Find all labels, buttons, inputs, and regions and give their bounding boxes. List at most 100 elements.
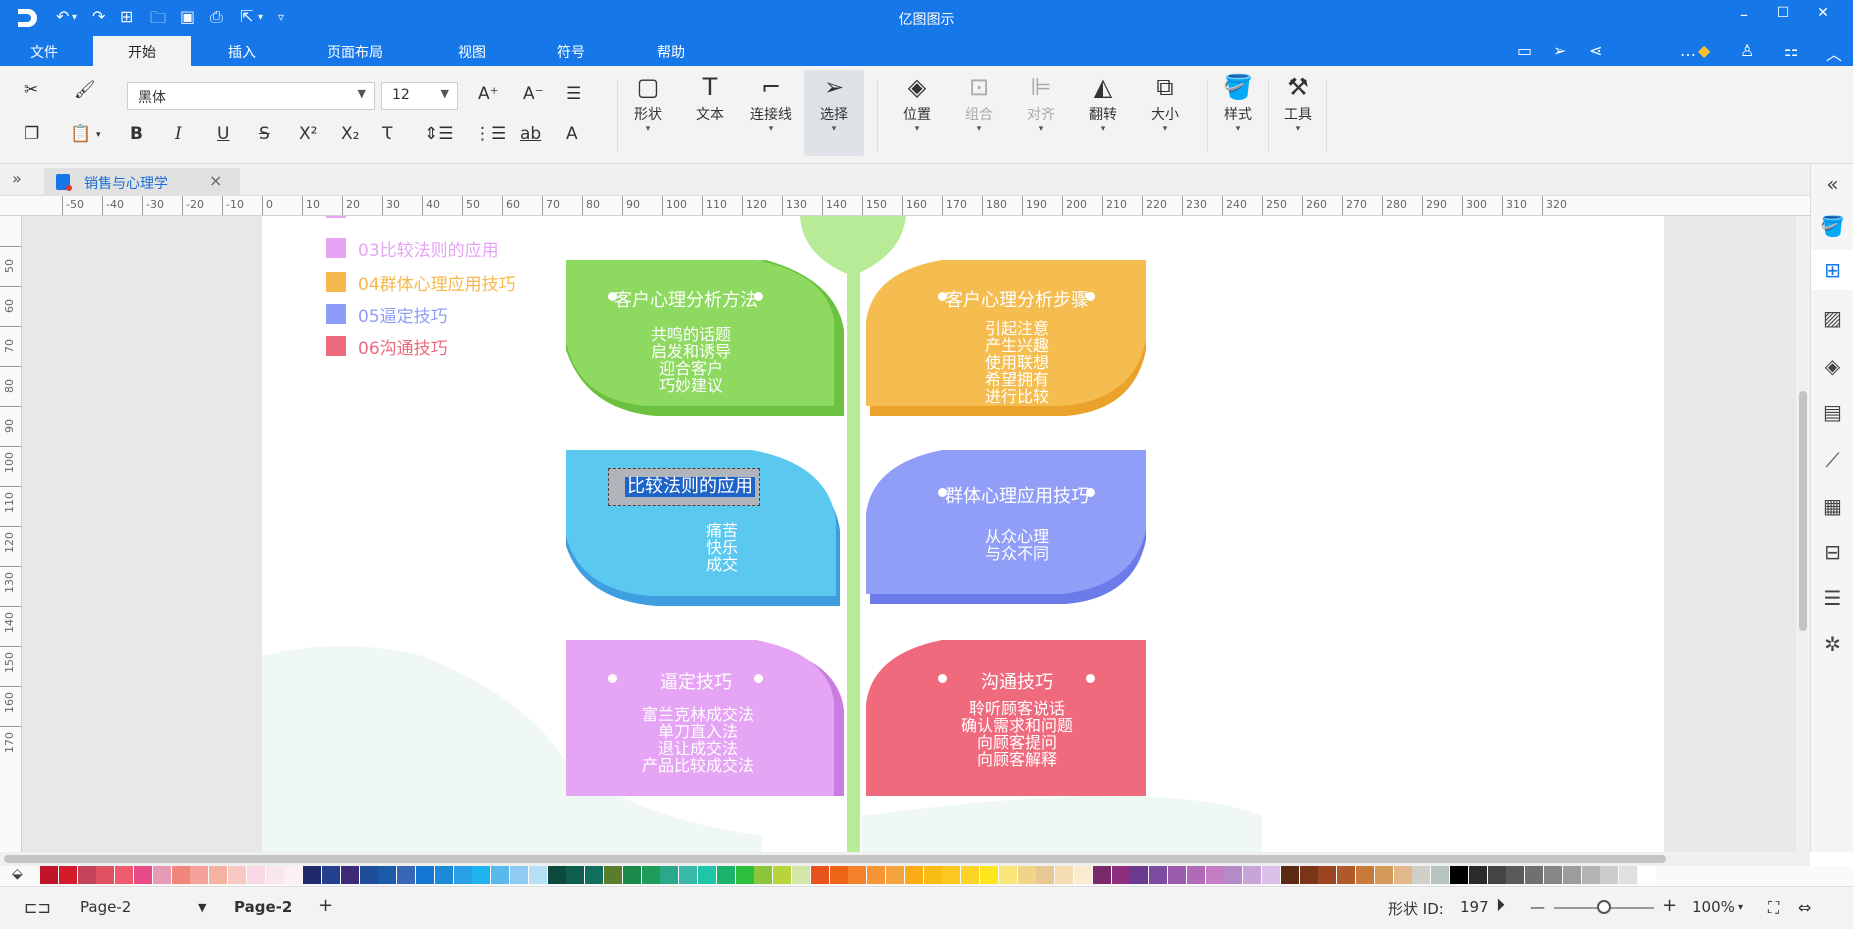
color-swatch[interactable] [566, 866, 585, 884]
color-swatch[interactable] [622, 866, 641, 884]
color-swatch[interactable] [1130, 866, 1149, 884]
org-chart-icon[interactable]: ⊟ [1811, 540, 1853, 564]
color-swatch[interactable] [378, 866, 397, 884]
color-swatch[interactable] [923, 866, 942, 884]
color-swatch[interactable] [1468, 866, 1487, 884]
expand-left-panel-icon[interactable]: » [12, 169, 22, 188]
color-swatch[interactable] [1168, 866, 1186, 884]
close-tab-icon[interactable]: × [209, 171, 222, 190]
color-swatch[interactable] [679, 866, 698, 884]
position-button[interactable]: ◈ 位置 ▾ [889, 70, 945, 134]
format-painter-icon[interactable]: 🖌 [74, 80, 96, 100]
menu-insert[interactable]: 插入 [228, 42, 256, 62]
drawing-canvas[interactable]: 03比较法则的应用 04群体心理应用技巧 05逼定技巧 06沟通技巧 客户心理分… [22, 216, 1810, 852]
close-button[interactable]: ✕ [1808, 5, 1838, 21]
color-swatch[interactable] [1544, 866, 1562, 884]
color-swatch[interactable] [904, 866, 923, 884]
send-icon[interactable]: ➢ [1553, 41, 1566, 60]
color-swatch[interactable] [1450, 866, 1468, 884]
color-swatch[interactable] [190, 866, 209, 884]
select-button[interactable]: ➢ 选择 ▾ [804, 70, 864, 156]
color-swatch[interactable] [716, 866, 735, 884]
color-swatch[interactable] [1280, 866, 1299, 884]
bold-icon[interactable]: B [130, 124, 143, 144]
color-swatch[interactable] [1562, 866, 1581, 884]
color-swatch[interactable] [961, 866, 980, 884]
share-icon[interactable]: ⋖ [1589, 41, 1602, 60]
menu-page-layout[interactable]: 页面布局 [327, 42, 383, 62]
layers-panel-icon[interactable]: ◈ [1811, 354, 1853, 378]
size-button[interactable]: ⧉ 大小 ▾ [1137, 70, 1193, 134]
color-swatch[interactable] [867, 866, 886, 884]
color-swatch[interactable] [40, 866, 58, 884]
color-swatch[interactable] [585, 866, 604, 884]
cut-icon[interactable]: ✂ [24, 80, 38, 100]
zoom-dropdown-icon[interactable]: ▾ [1738, 902, 1743, 913]
color-swatch[interactable] [886, 866, 904, 884]
color-swatch[interactable] [1356, 866, 1374, 884]
color-swatch[interactable] [848, 866, 867, 884]
comment-icon[interactable]: ▭ [1517, 41, 1532, 60]
color-swatch[interactable] [829, 866, 848, 884]
color-swatch[interactable] [246, 866, 265, 884]
vertical-scrollbar[interactable] [1796, 216, 1810, 852]
group-button[interactable]: ⊡ 组合 ▾ [951, 70, 1007, 134]
color-swatch[interactable] [434, 866, 453, 884]
fill-color-picker-icon[interactable]: ⬙ [12, 866, 23, 882]
color-swatch[interactable] [303, 866, 322, 884]
color-swatch[interactable] [604, 866, 622, 884]
increase-font-icon[interactable]: A⁺ [478, 84, 499, 104]
color-swatch[interactable] [359, 866, 378, 884]
text-align-icon[interactable]: ☰ [566, 84, 581, 104]
color-swatch[interactable] [134, 866, 152, 884]
symbols-panel-icon[interactable]: ⊞ [1811, 250, 1853, 290]
color-swatch[interactable] [58, 866, 77, 884]
color-swatch[interactable] [641, 866, 660, 884]
play-presentation-icon[interactable]: ⏵ [1496, 895, 1505, 916]
text-button[interactable]: T 文本 [682, 70, 738, 124]
color-swatch[interactable] [1017, 866, 1036, 884]
copy-icon[interactable]: ❐ [24, 124, 39, 144]
text-highlight-icon[interactable]: ab [520, 124, 541, 144]
color-swatch[interactable] [1318, 866, 1337, 884]
decrease-font-icon[interactable]: A⁻ [523, 84, 544, 104]
color-swatch[interactable] [1055, 866, 1074, 884]
menu-home[interactable]: 开始 [93, 36, 191, 66]
zoom-in-button[interactable]: + [1662, 895, 1677, 916]
minimize-button[interactable]: – [1729, 5, 1759, 24]
bullet-list-icon[interactable]: ⋮☰ [474, 124, 506, 144]
leaf-communication[interactable]: 沟通技巧 聆听顾客说话 确认需求和问题 向顾客提问 向顾客解释 [866, 640, 1148, 796]
menu-symbols[interactable]: 符号 [557, 42, 585, 62]
strikethrough-icon[interactable]: S [259, 124, 270, 144]
color-swatch[interactable] [1374, 866, 1393, 884]
tools-button[interactable]: ⚒ 工具 ▾ [1270, 70, 1326, 134]
document-tab[interactable]: 销售与心理学 × [44, 168, 240, 196]
color-swatch[interactable] [171, 866, 190, 884]
gantt-icon[interactable]: ☰ [1811, 586, 1853, 610]
fit-width-icon[interactable]: ⇔ [1798, 898, 1811, 917]
color-swatch[interactable] [1186, 866, 1205, 884]
color-swatch[interactable] [265, 866, 284, 884]
color-swatch[interactable] [528, 866, 547, 884]
fit-page-icon[interactable]: ⛶ [1768, 898, 1779, 918]
color-swatch[interactable] [209, 866, 228, 884]
line-spacing-icon[interactable]: ⇕☰ [424, 124, 453, 144]
font-color-icon[interactable]: A [566, 124, 578, 144]
page-selector[interactable]: Page-2 [80, 898, 131, 916]
color-swatch[interactable] [472, 866, 491, 884]
font-size-select[interactable]: 12 ▼ [381, 82, 458, 110]
image-icon[interactable]: ▨ [1811, 306, 1853, 330]
zoom-out-button[interactable]: — [1530, 898, 1545, 916]
align-button[interactable]: ⊫ 对齐 ▾ [1013, 70, 1069, 134]
leaf-closing[interactable]: 逼定技巧 富兰克林成交法 单刀直入法 退让成交法 产品比较成交法 [566, 640, 846, 796]
color-swatch[interactable] [1506, 866, 1525, 884]
color-swatch[interactable] [698, 866, 716, 884]
fill-icon[interactable]: 🪣 [1811, 214, 1853, 238]
color-swatch[interactable] [1074, 866, 1092, 884]
color-swatch[interactable] [773, 866, 792, 884]
page-properties-icon[interactable]: ▤ [1811, 400, 1853, 424]
color-swatch[interactable] [1487, 866, 1506, 884]
color-swatch[interactable] [397, 866, 416, 884]
menu-help[interactable]: 帮助 [657, 42, 685, 62]
color-swatch[interactable] [1224, 866, 1243, 884]
